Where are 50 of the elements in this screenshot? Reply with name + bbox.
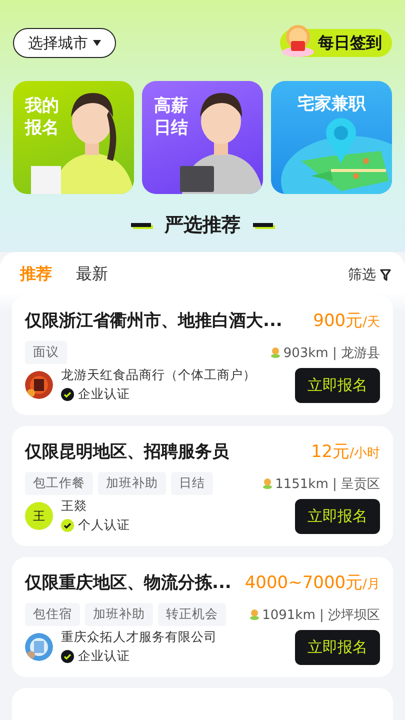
banner-label: 报名 xyxy=(25,117,59,139)
location-icon xyxy=(250,609,260,620)
location-icon xyxy=(263,478,272,489)
salary: 12元/小时 xyxy=(310,441,380,463)
apply-button[interactable]: 立即报名 xyxy=(295,368,380,402)
job-card[interactable]: 仅限浙江省衢州市、地推白酒大... 900元/天 面议 903km | 龙游县 龙游天红食品商行（个体工商户） 企业认证 立即报名 xyxy=(12,295,393,415)
company-name: 重庆众拓人才服务有限公司 xyxy=(61,629,217,646)
check-icon xyxy=(61,388,74,401)
city-select-button[interactable]: 选择城市 xyxy=(13,28,116,58)
caret-icon xyxy=(93,40,101,46)
dash-icon xyxy=(252,222,274,228)
salary: 4000~7000元/月 xyxy=(244,572,380,594)
distance-text: 1091km | 沙坪坝区 xyxy=(262,606,380,624)
job-card[interactable]: 仅限昆明地区、招聘服务员 12元/小时 包工作餐 加班补助 日结 1151km | 呈贡区 王 王燚 个人认证 立即报名 xyxy=(12,426,393,546)
banner-label: 高薪 xyxy=(154,95,188,117)
job-tag: 日结 xyxy=(171,472,213,495)
banner-label: 宅家兼职 xyxy=(298,93,366,115)
job-title: 仅限重庆地区、物流分拣... xyxy=(25,572,232,594)
job-tag: 加班补助 xyxy=(85,603,153,626)
filter-icon xyxy=(380,268,391,280)
job-tag: 加班补助 xyxy=(98,472,166,495)
job-title: 仅限浙江省衢州市、地推白酒大... xyxy=(25,310,282,332)
job-tag: 包住宿 xyxy=(25,603,80,626)
check-icon xyxy=(61,650,74,663)
location-icon xyxy=(271,347,280,358)
verification-label: 企业认证 xyxy=(78,386,130,403)
distance-text: 1151km | 呈贡区 xyxy=(275,476,380,492)
apply-button[interactable]: 立即报名 xyxy=(295,630,380,664)
tab[interactable]: 最新 xyxy=(76,264,108,285)
job-card[interactable]: 仅限重庆地区、物流分拣... 4000~7000元/月 包住宿 加班补助 转正机会 1091km | 沙坪坝区 重庆众拓人才服务有限公司 企业认证 立即报名 xyxy=(12,557,393,677)
verification-label: 企业认证 xyxy=(78,648,130,665)
job-tag: 转正机会 xyxy=(158,603,226,626)
job-tag: 包工作餐 xyxy=(25,472,93,495)
banner-card[interactable]: 高薪 日结 xyxy=(142,81,263,194)
coin-icon xyxy=(280,23,316,57)
job-title: 仅限昆明地区、招聘服务员 xyxy=(25,441,229,463)
dash-icon xyxy=(130,222,152,228)
banner-label: 日结 xyxy=(154,117,188,139)
job-tag: 面议 xyxy=(25,341,67,364)
distance-text: 903km | 龙游县 xyxy=(283,344,380,362)
filter-button[interactable]: 筛选 xyxy=(348,266,391,284)
avatar: 王 xyxy=(25,502,53,530)
apply-button[interactable]: 立即报名 xyxy=(295,498,380,534)
salary: 900元/天 xyxy=(313,310,380,332)
section-title: 严选推荐 xyxy=(164,213,240,238)
verification-label: 个人认证 xyxy=(78,517,130,534)
company-name: 龙游天红食品商行（个体工商户） xyxy=(61,367,256,384)
banner-label: 我的 xyxy=(25,95,59,117)
company-name: 王燚 xyxy=(61,498,88,515)
check-icon xyxy=(61,519,74,532)
